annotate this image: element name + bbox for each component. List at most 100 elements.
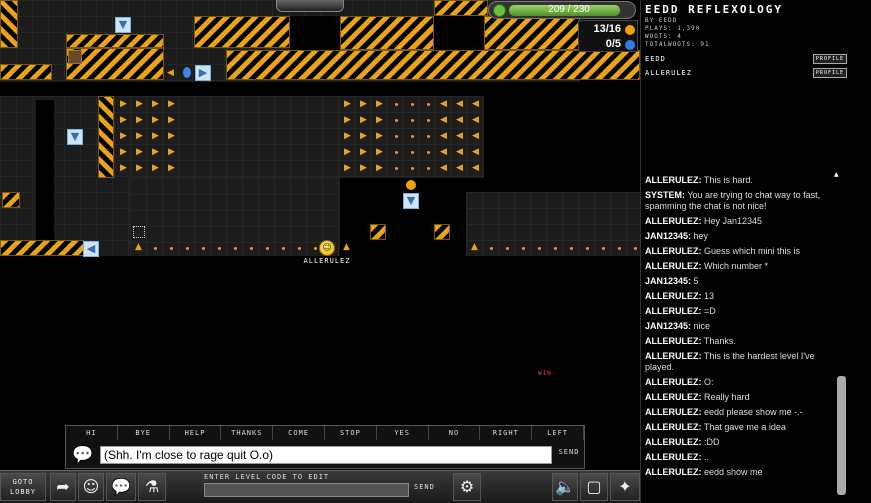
chat-message: ALLERULEZ: eedd show me — [645, 467, 833, 478]
chat-scroll-thumb[interactable] — [837, 376, 846, 495]
chat-input-row: 💬 (Shh. I'm close to rage quit O.o) SEND — [66, 442, 584, 469]
potion-icon[interactable]: ⚗ — [138, 473, 166, 501]
chat-message: JAN12345: 5 — [645, 276, 833, 287]
smiley-picker-icon[interactable]: ☺ — [78, 473, 104, 501]
quick-chat-button[interactable]: RIGHT — [480, 426, 533, 440]
quick-chat-button[interactable]: STOP — [325, 426, 377, 440]
arrow-right-icon: ▶ — [136, 147, 143, 157]
dot-icon — [634, 247, 637, 250]
chat-text: Which number * — [704, 261, 769, 271]
arrow-right-icon: ▶ — [344, 99, 351, 109]
coin-count: 13/16 — [593, 23, 621, 35]
arrow-right-icon: ▶ — [360, 163, 367, 173]
hazard-block — [194, 16, 290, 48]
quick-chat-button[interactable]: NO — [429, 426, 481, 440]
user-list-item[interactable]: ALLERULEZ PROFILE — [643, 67, 847, 79]
fullscreen-icon[interactable]: ✦ — [610, 473, 640, 501]
quick-chat-button[interactable]: BYE — [118, 426, 170, 440]
quick-chat-button[interactable]: HELP — [170, 426, 222, 440]
chat-input[interactable]: (Shh. I'm close to rage quit O.o) — [100, 446, 552, 464]
right-arrow-block: ▶ — [195, 65, 211, 81]
chat-text: Really hard — [704, 392, 750, 402]
scroll-up-icon[interactable]: ▲ — [834, 171, 839, 178]
chat-icon[interactable]: 💬 — [106, 473, 136, 501]
coin-icon — [625, 25, 635, 35]
chat-text: =D — [704, 306, 716, 316]
dot-icon — [395, 151, 398, 154]
chat-message: SYSTEM: You are trying to chat way to fa… — [645, 190, 833, 212]
top-panel-handle[interactable] — [276, 0, 344, 12]
spike-icon: ▲ — [471, 242, 478, 252]
arrow-left-icon: ◀ — [440, 163, 447, 173]
chat-user: ALLERULEZ: — [645, 392, 702, 402]
profile-button[interactable]: PROFILE — [812, 54, 847, 64]
arrow-right-icon: ▶ — [168, 163, 175, 173]
window-icon[interactable]: ▢ — [580, 473, 608, 501]
arrow-right-icon: ▶ — [152, 131, 159, 141]
background-wall — [130, 178, 340, 256]
level-code-input[interactable] — [204, 483, 409, 497]
energy-text: 209 / 230 — [548, 4, 590, 15]
hazard-block — [0, 64, 52, 80]
arrow-right-icon: ▶ — [120, 131, 127, 141]
down-arrow-block: ▼ — [403, 193, 419, 209]
arrow-right-icon: ▶ — [120, 115, 127, 125]
game-canvas[interactable]: ▼ ▼ ▼ ▶ ◀ ◀ ▲ ▲ ▲ ☺ ALLERULEZ 209 / 230 … — [0, 0, 640, 470]
energy-icon — [493, 4, 506, 17]
quick-chat-button[interactable]: YES — [377, 426, 429, 440]
dot-icon — [602, 247, 605, 250]
chat-scrollbar[interactable] — [837, 180, 846, 495]
chat-user: JAN12345: — [645, 231, 692, 241]
dot-icon — [411, 135, 414, 138]
arrow-left-icon: ◀ — [456, 99, 463, 109]
arrow-left-icon: ◀ — [440, 99, 447, 109]
chat-text: .. — [704, 452, 710, 462]
quick-chat-button[interactable]: THANKS — [221, 426, 274, 440]
arrow-right-icon: ▶ — [152, 147, 159, 157]
dot-icon — [250, 247, 253, 250]
chat-user: ALLERULEZ: — [645, 467, 702, 477]
dot-icon — [411, 119, 414, 122]
coin-counters: 13/16 0/5 — [578, 20, 638, 52]
chat-text: Guess which mini this is — [704, 246, 801, 256]
arrow-left-icon: ◀ — [472, 163, 479, 173]
chat-bubble-icon[interactable]: 💬 — [72, 445, 94, 465]
chat-user: ALLERULEZ: — [645, 306, 702, 316]
quick-chat-button[interactable]: COME — [273, 426, 325, 440]
arrow-right-icon: ▶ — [376, 163, 383, 173]
user-name: ALLERULEZ — [645, 69, 692, 77]
dot-icon — [395, 103, 398, 106]
dot-icon — [266, 247, 269, 250]
send-chat-button[interactable]: SEND — [554, 448, 584, 456]
arrow-left-icon: ◀ — [472, 115, 479, 125]
share-icon[interactable]: ➦ — [50, 473, 76, 501]
down-arrow-block: ▼ — [67, 129, 83, 145]
chat-log: ALLERULEZ: This is hard. SYSTEM: You are … — [645, 175, 833, 499]
user-list-item[interactable]: EEDD PROFILE — [643, 53, 847, 65]
dot-icon — [586, 247, 589, 250]
hazard-block — [226, 50, 640, 80]
arrow-right-icon: ▶ — [120, 147, 127, 157]
chat-message: ALLERULEZ: This is the hardest level I'v… — [645, 351, 833, 373]
settings-icon[interactable]: ⚙ — [453, 473, 481, 501]
arrow-right-icon: ▶ — [152, 115, 159, 125]
arrow-right-icon: ▶ — [376, 115, 383, 125]
dot-icon — [427, 103, 430, 106]
arrow-right-icon: ▶ — [168, 147, 175, 157]
chat-user: ALLERULEZ: — [645, 336, 702, 346]
quick-chat-button[interactable]: HI — [66, 426, 118, 440]
hazard-block — [98, 96, 114, 178]
dot-icon — [186, 247, 189, 250]
arrow-right-icon: ▶ — [136, 163, 143, 173]
sound-icon[interactable]: 🔈 — [552, 473, 578, 501]
goto-lobby-button[interactable]: GOTO LOBBY — [0, 473, 46, 501]
profile-button[interactable]: PROFILE — [812, 68, 847, 78]
level-code-send-button[interactable]: SEND — [414, 483, 435, 491]
arrow-left-icon: ◀ — [456, 147, 463, 157]
chat-message: ALLERULEZ: Guess which mini this is — [645, 246, 833, 257]
arrow-left-icon: ◀ — [472, 131, 479, 141]
blue-coin-icon — [183, 67, 191, 78]
chat-user: JAN12345: — [645, 321, 692, 331]
chat-text: 13 — [704, 291, 715, 301]
quick-chat-button[interactable]: LEFT — [532, 426, 584, 440]
